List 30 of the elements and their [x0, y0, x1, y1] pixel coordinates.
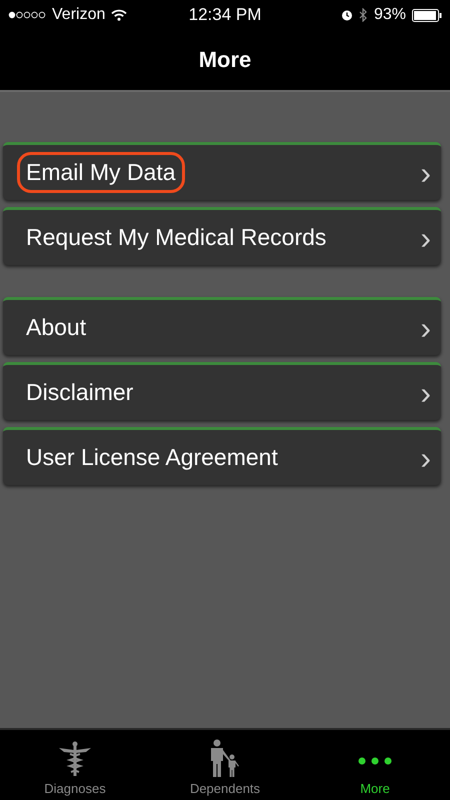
menu-item[interactable]: Disclaimer › [3, 362, 441, 420]
menu-item-label: Request My Medical Records [25, 223, 328, 252]
signal-icon [8, 11, 46, 19]
chevron-icon: › [420, 156, 431, 188]
adult-and-child-icon [209, 739, 241, 777]
clock-time: 12:34 PM [188, 5, 262, 25]
wifi-icon [111, 9, 128, 21]
chevron-icon: › [420, 442, 431, 474]
menu-item-label: Email My Data [17, 152, 185, 193]
tab[interactable]: Dependents [150, 730, 300, 800]
bluetooth-icon [358, 8, 368, 22]
menu-item-label: About [25, 313, 88, 342]
alarm-clock-icon [340, 9, 353, 21]
caduceus-icon [58, 741, 92, 777]
more-dots-icon [358, 757, 392, 765]
carrier-name: Verizon [52, 6, 106, 24]
menu-item[interactable]: Request My Medical Records › [3, 207, 441, 265]
screen-title: More [198, 47, 252, 73]
chevron-icon: › [420, 312, 431, 344]
menu-item-label: Disclaimer [25, 378, 134, 407]
tab[interactable]: More [300, 730, 450, 800]
menu-item-label: User License Agreement [25, 443, 279, 472]
menu-item[interactable]: Email My Data › [3, 142, 441, 200]
battery-icon [412, 8, 442, 22]
chevron-icon: › [420, 376, 431, 408]
tab[interactable]: Diagnoses [0, 730, 150, 800]
menu-item[interactable]: About › [3, 297, 441, 355]
battery-percent: 93% [374, 6, 406, 24]
menu-item[interactable]: User License Agreement › [3, 427, 441, 485]
chevron-icon: › [420, 222, 431, 254]
